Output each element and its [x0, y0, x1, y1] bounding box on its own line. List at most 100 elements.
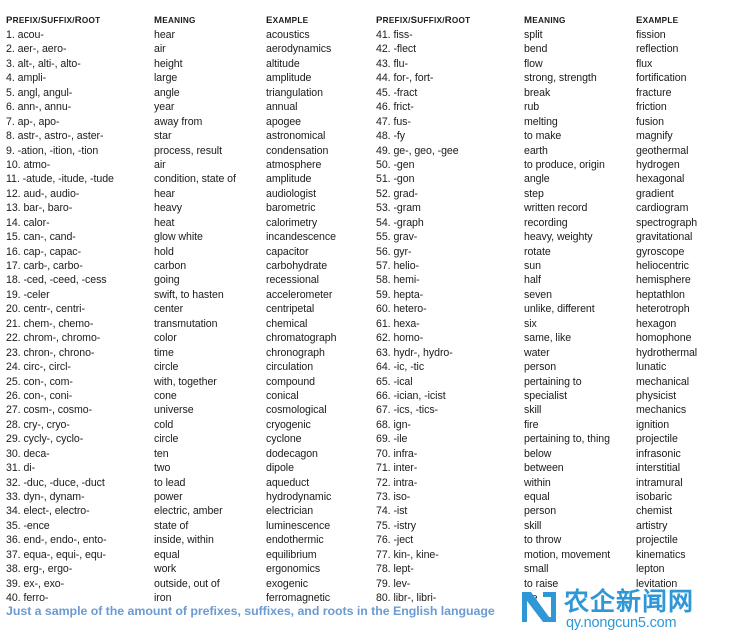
row-number: 1.	[6, 29, 15, 41]
row-number: 40.	[6, 592, 21, 605]
cell-term: 31. di-	[0, 461, 154, 475]
table-row: 52. grad-step gradient	[370, 187, 740, 201]
cell-example: amplitude	[266, 72, 312, 85]
term-text: hexa-	[393, 317, 420, 330]
cell-example: hydrodynamic	[266, 491, 332, 503]
term-text: angl, angul-	[17, 86, 73, 99]
row-number: 72.	[376, 476, 391, 489]
term-text: aud-, audio-	[23, 187, 80, 200]
row-number: 36.	[6, 534, 21, 547]
table-body-left: 1. acou-hear acoustics 2. aer-, aero-air ae…	[0, 28, 370, 606]
term-text: intra-	[393, 476, 418, 489]
row-number: 38.	[6, 563, 21, 576]
term-text: grad-	[393, 187, 418, 200]
cell-meaning: equal	[154, 548, 180, 561]
cell-example: calorimetry	[266, 216, 318, 229]
cell-term: 19. -celer	[0, 288, 154, 302]
cell-term: 32. -duc, -duce, -duct	[0, 476, 154, 490]
cell-term: 35. -ence	[0, 519, 154, 533]
cell-meaning: we	[524, 592, 538, 605]
term-text: ann-, annu-	[17, 101, 72, 114]
watermark-url: qy.nongcun5.com	[566, 615, 677, 631]
term-text: circ-, circl-	[23, 361, 71, 374]
row-number: 20.	[6, 303, 21, 316]
cell-example: mechanical	[636, 375, 689, 388]
table-row: 42. -flect bend reflection	[370, 42, 740, 56]
cell-term: 3. alt-, alti-, alto-	[0, 57, 154, 71]
cell-example: gradient	[636, 187, 674, 200]
table-row: 19. -celer swift, to hasten accelerometer	[0, 288, 370, 302]
term-text: hepta-	[393, 288, 424, 301]
table-right-half: PREFIX/SUFFIX/ROOT MEANING EXAMPLE 41. f…	[370, 13, 740, 606]
cell-example: hexagonal	[636, 173, 685, 186]
row-number: 7.	[6, 115, 15, 128]
cell-example: isobaric	[636, 491, 673, 503]
term-text: cry-, cryo-	[23, 418, 70, 431]
cell-meaning: universe	[154, 404, 194, 417]
cell-term: 57. helio-	[370, 259, 524, 273]
cell-example: reflection	[636, 43, 679, 56]
term-text: -ics, -tics-	[393, 404, 439, 417]
cell-example: chromatograph	[266, 332, 337, 345]
term-text: -gram	[393, 202, 421, 215]
row-number: 4.	[6, 72, 15, 85]
cell-term: 48. -fy	[370, 129, 524, 143]
cell-term: 1. acou-	[0, 28, 154, 42]
cell-meaning: two	[154, 462, 171, 475]
table-row: 1. acou-hear acoustics	[0, 28, 370, 42]
cell-example: chemist	[636, 505, 673, 518]
row-number: 6.	[6, 101, 15, 114]
row-number: 33.	[6, 491, 21, 503]
table-row: 58. hemi-half hemisphere	[370, 273, 740, 287]
cell-meaning: electric, amber	[154, 505, 223, 518]
cell-example: gyroscope	[636, 245, 685, 258]
table-header-row-left: PREFIX/SUFFIX/ROOT MEANING EXAMPLE	[0, 13, 370, 28]
table-left-half: PREFIX/SUFFIX/ROOT MEANING EXAMPLE 1. ac…	[0, 13, 370, 606]
cell-example: cardiogram	[636, 202, 689, 215]
term-text: -graph	[393, 216, 424, 229]
cell-meaning: pertaining to	[524, 375, 582, 388]
table-row: 8. astr-, astro-, aster-star astronomical	[0, 129, 370, 143]
cell-term: 13. bar-, baro-	[0, 201, 154, 215]
cell-example: accelerometer	[266, 288, 333, 301]
row-number: 51.	[376, 173, 391, 186]
cell-example: spectrograph	[636, 216, 698, 229]
cell-term: 2. aer-, aero-	[0, 42, 154, 56]
cell-term: 54. -graph	[370, 216, 524, 230]
term-text: chron-, chrono-	[23, 346, 95, 359]
row-number: 64.	[376, 361, 391, 374]
term-text: homo-	[393, 332, 424, 345]
term-text: cycly-, cyclo-	[23, 433, 84, 446]
cell-example: heliocentric	[636, 260, 689, 272]
row-number: 47.	[376, 115, 391, 128]
table-row: 7. ap-, apo-away from apogee	[0, 115, 370, 129]
cell-example: condensation	[266, 144, 329, 157]
table-row: 29. cycly-, cyclo-circle cyclone	[0, 432, 370, 446]
cell-term: 59. hepta-	[370, 288, 524, 302]
cell-meaning: circle	[154, 433, 179, 446]
term-text: carb-, carbo-	[23, 260, 83, 272]
cell-meaning: year	[154, 101, 175, 114]
row-number: 27.	[6, 404, 21, 417]
cell-meaning: six	[524, 317, 537, 330]
table-row: 78. lept-small lepton	[370, 562, 740, 576]
prefix-suffix-root-table-page: PREFIX/SUFFIX/ROOT MEANING EXAMPLE 1. ac…	[0, 0, 740, 635]
row-number: 14.	[6, 216, 21, 229]
cell-term: 56. gyr-	[370, 245, 524, 259]
term-text: -duc, -duce, -duct	[23, 476, 105, 489]
cell-example: atmosphere	[266, 158, 322, 171]
term-text: for-, fort-	[393, 72, 434, 85]
cell-term: 64. -ic, -tic	[370, 360, 524, 374]
cell-term: 28. cry-, cryo-	[0, 418, 154, 432]
cell-term: 25. con-, com-	[0, 375, 154, 389]
cell-meaning: sun	[524, 260, 541, 272]
cell-example: fusion	[636, 115, 664, 128]
table-row: 35. -ence state of luminescence	[0, 519, 370, 533]
term-text: atmo-	[23, 158, 51, 171]
row-number: 17.	[6, 260, 21, 272]
table-row: 77. kin-, kine-motion, movement kinematic…	[370, 548, 740, 562]
cell-meaning: to throw	[524, 534, 562, 547]
row-number: 59.	[376, 288, 391, 301]
cell-term: 74. -ist	[370, 504, 524, 518]
row-number: 13.	[6, 202, 21, 215]
